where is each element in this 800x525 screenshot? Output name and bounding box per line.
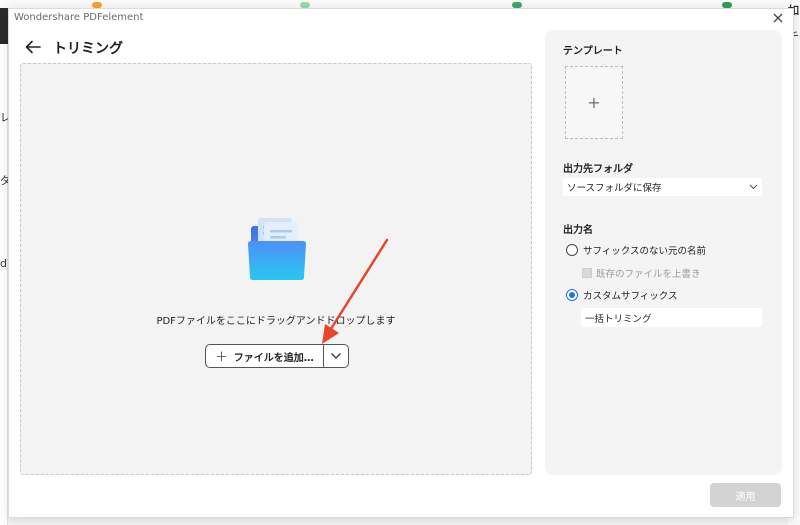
radio-no-suffix-label: サフィックスのない元の名前: [583, 246, 707, 257]
page-title: トリミング: [53, 41, 123, 57]
radio-button-selected[interactable]: [566, 289, 578, 301]
folder-icon: [248, 218, 306, 280]
template-label: テンプレート: [563, 46, 623, 57]
add-file-button[interactable]: + ファイルを追加…: [206, 345, 324, 367]
overwrite-checkbox-row: 既存のファイルを上書き: [582, 266, 701, 280]
chevron-down-icon: [331, 353, 341, 359]
custom-suffix-input[interactable]: [581, 308, 762, 327]
output-folder-select[interactable]: ソースフォルダに保存: [563, 178, 762, 196]
radio-no-suffix[interactable]: サフィックスのない元の名前: [566, 243, 706, 257]
output-folder-value: ソースフォルダに保存: [567, 183, 662, 194]
back-arrow-icon[interactable]: [24, 39, 42, 55]
drop-instruction: PDFファイルをここにドラッグアンドドロップします: [156, 316, 396, 327]
crop-dialog: Wondershare PDFelement トリミング PDFファイルをここに…: [8, 8, 794, 518]
output-name-label: 出力名: [563, 225, 593, 236]
add-file-label: ファイルを追加…: [233, 352, 314, 364]
radio-custom-suffix[interactable]: カスタムサフィックス: [566, 288, 678, 302]
apply-button[interactable]: 適用: [710, 483, 781, 507]
radio-custom-suffix-label: カスタムサフィックス: [583, 291, 678, 302]
add-file-split-button: + ファイルを追加…: [205, 344, 349, 368]
output-folder-label: 出力先フォルダ: [563, 164, 633, 175]
chevron-down-icon: [749, 184, 758, 190]
add-template-button[interactable]: +: [565, 66, 623, 139]
radio-button[interactable]: [566, 244, 578, 256]
file-drop-zone[interactable]: PDFファイルをここにドラッグアンドドロップします + ファイルを追加…: [20, 63, 532, 475]
overwrite-label: 既存のファイルを上書き: [596, 269, 701, 280]
add-file-dropdown-button[interactable]: [324, 345, 348, 367]
overwrite-checkbox[interactable]: [582, 268, 592, 278]
plus-icon: +: [587, 93, 601, 112]
background-left-text: d: [0, 257, 7, 270]
settings-panel: テンプレート + 出力先フォルダ ソースフォルダに保存 出力名 サフィックスのな…: [545, 30, 782, 475]
plus-icon: +: [215, 346, 228, 365]
app-title: Wondershare PDFelement: [14, 12, 144, 23]
close-icon[interactable]: [771, 11, 785, 25]
background-left-panel: レ ダ d: [0, 44, 11, 525]
